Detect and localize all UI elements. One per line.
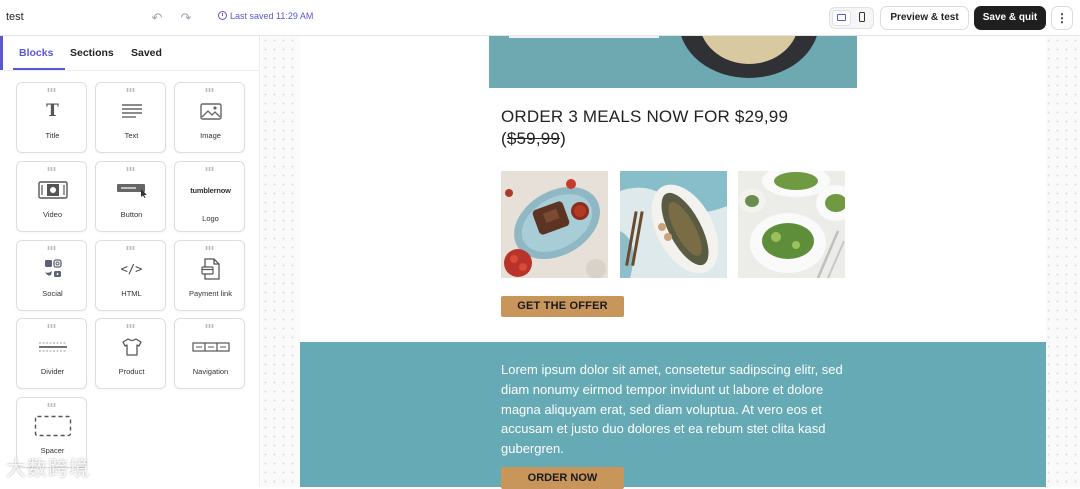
order-now-button[interactable]: ORDER NOW	[501, 467, 624, 489]
top-bar: test ↶ ↷ Last saved 11:29 AM Preview & t…	[0, 0, 1080, 36]
navigation-icon	[175, 336, 246, 358]
meal-photo-salad[interactable]	[738, 171, 845, 278]
save-quit-button[interactable]: Save & quit	[974, 6, 1046, 30]
block-text[interactable]: Text	[95, 82, 166, 153]
drag-handle-icon[interactable]	[47, 167, 56, 171]
spacer-icon	[17, 414, 88, 438]
get-offer-button[interactable]: GET THE OFFER	[501, 296, 624, 317]
redo-icon[interactable]: ↷	[177, 9, 195, 27]
block-label: Text	[124, 131, 139, 140]
meal-photo-fish[interactable]	[620, 171, 727, 278]
block-navigation[interactable]: Navigation	[174, 318, 245, 389]
email-preview: ORDER 3 MEALS NOW FOR $29,99 ($59,99) GE…	[300, 36, 1046, 489]
preview-test-button[interactable]: Preview & test	[880, 6, 969, 30]
device-toggle	[829, 7, 874, 29]
block-label: Navigation	[192, 367, 229, 376]
drag-handle-icon[interactable]	[126, 324, 135, 328]
block-label: Image	[200, 131, 221, 140]
block-video[interactable]: Video	[16, 161, 87, 232]
drag-handle-icon[interactable]	[47, 324, 56, 328]
block-image[interactable]: Image	[174, 82, 245, 153]
drag-handle-icon[interactable]	[205, 324, 214, 328]
drag-handle-icon[interactable]	[126, 167, 135, 171]
social-icon	[17, 258, 88, 280]
block-label: Title	[45, 131, 60, 140]
product-icon	[96, 336, 167, 358]
logo-sample-text: tumblernow	[190, 185, 231, 195]
block-logo[interactable]: tumblernow Logo	[174, 161, 245, 232]
block-label: Button	[120, 210, 143, 219]
drag-handle-icon[interactable]	[47, 403, 56, 407]
block-label: Video	[42, 210, 63, 219]
block-label: HTML	[121, 289, 142, 298]
title-icon: T	[46, 101, 59, 121]
meal-photo-steak[interactable]	[501, 171, 608, 278]
block-social[interactable]: Social	[16, 240, 87, 311]
video-icon	[17, 179, 88, 201]
code-icon: </>	[120, 262, 143, 276]
payment-link-icon	[175, 258, 246, 280]
drag-handle-icon[interactable]	[126, 88, 135, 92]
tab-saved[interactable]: Saved	[131, 47, 162, 59]
desktop-view-icon[interactable]	[832, 10, 851, 26]
block-product[interactable]: Product	[95, 318, 166, 389]
tab-sections[interactable]: Sections	[70, 47, 114, 59]
block-label: Logo	[202, 214, 219, 223]
block-label: Divider	[40, 367, 65, 376]
clock-icon	[218, 11, 227, 20]
block-button[interactable]: Button	[95, 161, 166, 232]
promo-paragraph[interactable]: Lorem ipsum dolor sit amet, consetetur s…	[501, 360, 851, 459]
block-label: Product	[118, 367, 145, 376]
block-html[interactable]: </> HTML	[95, 240, 166, 311]
watermark-logo: 大数跨境	[6, 458, 90, 480]
drag-handle-icon[interactable]	[205, 246, 214, 250]
block-label: Payment link	[189, 289, 232, 298]
offer-headline[interactable]: ORDER 3 MEALS NOW FOR $29,99 ($59,99)	[501, 106, 831, 150]
tab-blocks[interactable]: Blocks	[19, 47, 53, 59]
drag-handle-icon[interactable]	[47, 246, 56, 250]
logo-icon: tumblernow	[175, 179, 246, 201]
drag-handle-icon[interactable]	[47, 88, 56, 92]
editor-canvas[interactable]: ORDER 3 MEALS NOW FOR $29,99 ($59,99) GE…	[261, 36, 1080, 489]
headline-line: ORDER 3 MEALS NOW FOR $29,99	[501, 107, 789, 126]
image-icon	[175, 100, 246, 122]
panel-accent-bar	[0, 36, 3, 70]
divider-icon	[17, 336, 88, 358]
active-tab-underline	[13, 68, 65, 70]
hero-image[interactable]	[489, 36, 857, 88]
text-icon	[96, 100, 167, 122]
panel-tabs: Blocks Sections Saved	[4, 36, 260, 71]
drag-handle-icon[interactable]	[126, 246, 135, 250]
last-saved-text: Last saved 11:29 AM	[230, 11, 314, 21]
original-price: $59,99	[506, 129, 561, 148]
block-title[interactable]: T Title	[16, 82, 87, 153]
promo-text-section: Lorem ipsum dolor sit amet, consetetur s…	[300, 342, 1046, 489]
block-divider[interactable]: Divider	[16, 318, 87, 389]
drag-handle-icon[interactable]	[205, 167, 214, 171]
mobile-view-icon[interactable]	[853, 10, 872, 26]
button-icon	[96, 179, 167, 201]
undo-icon[interactable]: ↶	[148, 9, 166, 27]
blocks-panel: Blocks Sections Saved T Title Text Image…	[0, 36, 260, 487]
more-options-icon[interactable]: ⋮	[1051, 6, 1073, 30]
document-title[interactable]: test	[6, 11, 24, 23]
block-payment-link[interactable]: Payment link	[174, 240, 245, 311]
drag-handle-icon[interactable]	[205, 88, 214, 92]
last-saved-status: Last saved 11:29 AM	[218, 11, 313, 21]
block-label: Social	[42, 289, 63, 298]
